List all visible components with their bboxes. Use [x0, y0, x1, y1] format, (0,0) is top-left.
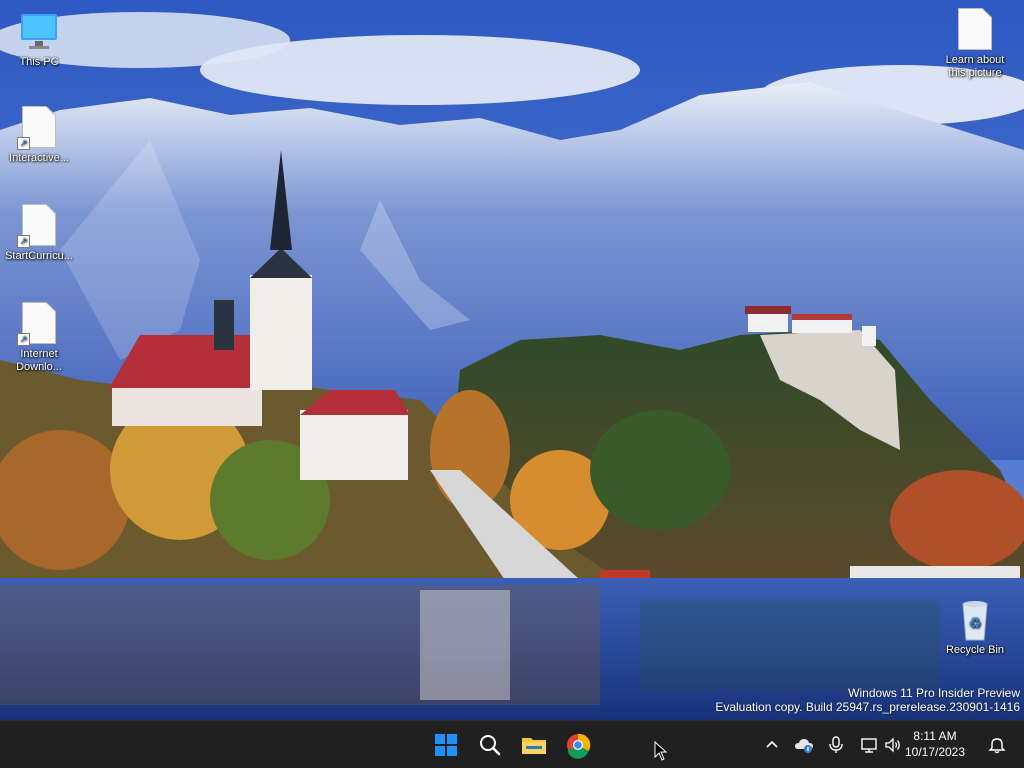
- evaluation-watermark: Windows 11 Pro Insider Preview Evaluatio…: [715, 686, 1020, 714]
- watermark-line1: Windows 11 Pro Insider Preview: [848, 686, 1020, 700]
- desktop-icon-label: Internet Downlo...: [16, 348, 62, 373]
- clock-date: 10/17/2023: [904, 745, 966, 759]
- chrome-icon: [567, 733, 591, 759]
- monitor-icon: [19, 10, 59, 54]
- desktop-icon-startcurriculum[interactable]: ↗ StartCurricu...: [0, 204, 78, 263]
- onedrive-icon[interactable]: [794, 736, 814, 754]
- taskbar: 8:11 AM 10/17/2023: [0, 720, 1024, 768]
- search-icon: [480, 735, 501, 756]
- wallpaper: [0, 0, 1024, 720]
- microphone-icon[interactable]: [828, 736, 844, 754]
- file-shortcut-icon: ↗: [17, 204, 59, 248]
- taskbar-clock[interactable]: 8:11 AM 10/17/2023: [890, 728, 980, 760]
- desktop-icon-internet-download[interactable]: ↗ Internet Downlo...: [0, 302, 78, 374]
- windows-logo-icon: [435, 734, 457, 756]
- mouse-cursor: [654, 741, 668, 761]
- folder-icon: [522, 738, 546, 754]
- chevron-up-icon[interactable]: [764, 737, 780, 753]
- desktop-icon-this-pc[interactable]: This PC: [0, 10, 78, 69]
- shortcut-arrow-icon: ↗: [17, 137, 30, 150]
- desktop-icon-label: Learn about this picture: [945, 54, 1005, 79]
- desktop-icon-recycle-bin[interactable]: ♻ Recycle Bin: [936, 598, 1014, 657]
- desktop-icon-label: StartCurricu...: [5, 250, 73, 262]
- shortcut-arrow-icon: ↗: [17, 333, 30, 346]
- desktop-icon-interactive[interactable]: ↗ Interactive...: [0, 106, 78, 165]
- file-shortcut-icon: ↗: [17, 106, 59, 150]
- desktop-icon-label: Recycle Bin: [945, 644, 1005, 656]
- start-button[interactable]: [428, 727, 464, 763]
- search-button[interactable]: [472, 727, 508, 763]
- chrome-button[interactable]: [560, 727, 596, 763]
- network-icon[interactable]: [860, 736, 878, 754]
- file-explorer-button[interactable]: [516, 727, 552, 763]
- watermark-line2: Evaluation copy. Build 25947.rs_prerelea…: [715, 700, 1020, 714]
- desktop[interactable]: This PC ↗ Interactive... ↗ StartCurricu.…: [0, 0, 1024, 720]
- file-icon: [955, 8, 995, 52]
- desktop-icon-learn-about-picture[interactable]: Learn about this picture: [936, 8, 1014, 80]
- desktop-icon-label: Interactive...: [9, 152, 69, 164]
- clock-time: 8:11 AM: [913, 729, 957, 743]
- shortcut-arrow-icon: ↗: [17, 235, 30, 248]
- recycle-bin-icon: ♻: [955, 598, 995, 642]
- bell-icon[interactable]: [988, 736, 1006, 754]
- desktop-icon-label: This PC: [19, 56, 59, 68]
- file-shortcut-icon: ↗: [17, 302, 59, 346]
- svg-text:♻: ♻: [969, 616, 982, 632]
